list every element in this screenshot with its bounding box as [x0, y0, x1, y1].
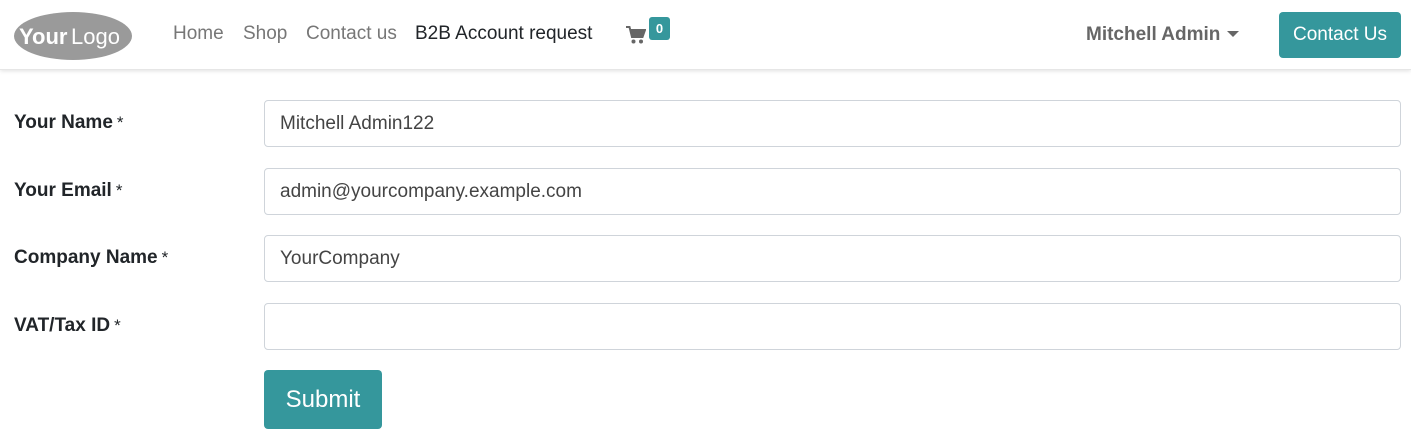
vat-tax-id-input[interactable]	[264, 303, 1401, 350]
required-mark: *	[115, 181, 123, 200]
contact-us-button[interactable]: Contact Us	[1279, 12, 1401, 58]
company-name-input[interactable]	[264, 235, 1401, 282]
logo[interactable]: Your Logo	[13, 11, 133, 61]
company-name-label: Company Name *	[14, 247, 169, 268]
your-name-input[interactable]	[264, 100, 1401, 147]
your-email-input[interactable]	[264, 168, 1401, 215]
nav-b2b-account-request[interactable]: B2B Account request	[415, 23, 592, 45]
vat-tax-id-label: VAT/Tax ID *	[14, 315, 121, 336]
logo-text-logo: Logo	[71, 24, 120, 49]
required-mark: *	[116, 113, 124, 132]
required-mark: *	[114, 316, 121, 335]
your-name-label: Your Name *	[14, 112, 124, 133]
submit-button[interactable]: Submit	[264, 370, 382, 429]
top-navbar: Your Logo Home Shop Contact us B2B Accou…	[0, 0, 1411, 70]
nav-home[interactable]: Home	[173, 23, 224, 45]
user-menu[interactable]: Mitchell Admin	[1086, 24, 1220, 46]
cart-count-badge: 0	[649, 17, 670, 40]
caret-down-icon[interactable]	[1227, 31, 1239, 37]
shopping-cart-icon[interactable]	[626, 26, 646, 44]
nav-contact-us[interactable]: Contact us	[306, 23, 397, 45]
nav-shop[interactable]: Shop	[243, 23, 287, 45]
your-email-label: Your Email *	[14, 180, 123, 201]
logo-text-your: Your	[19, 24, 68, 49]
required-mark: *	[161, 248, 169, 267]
